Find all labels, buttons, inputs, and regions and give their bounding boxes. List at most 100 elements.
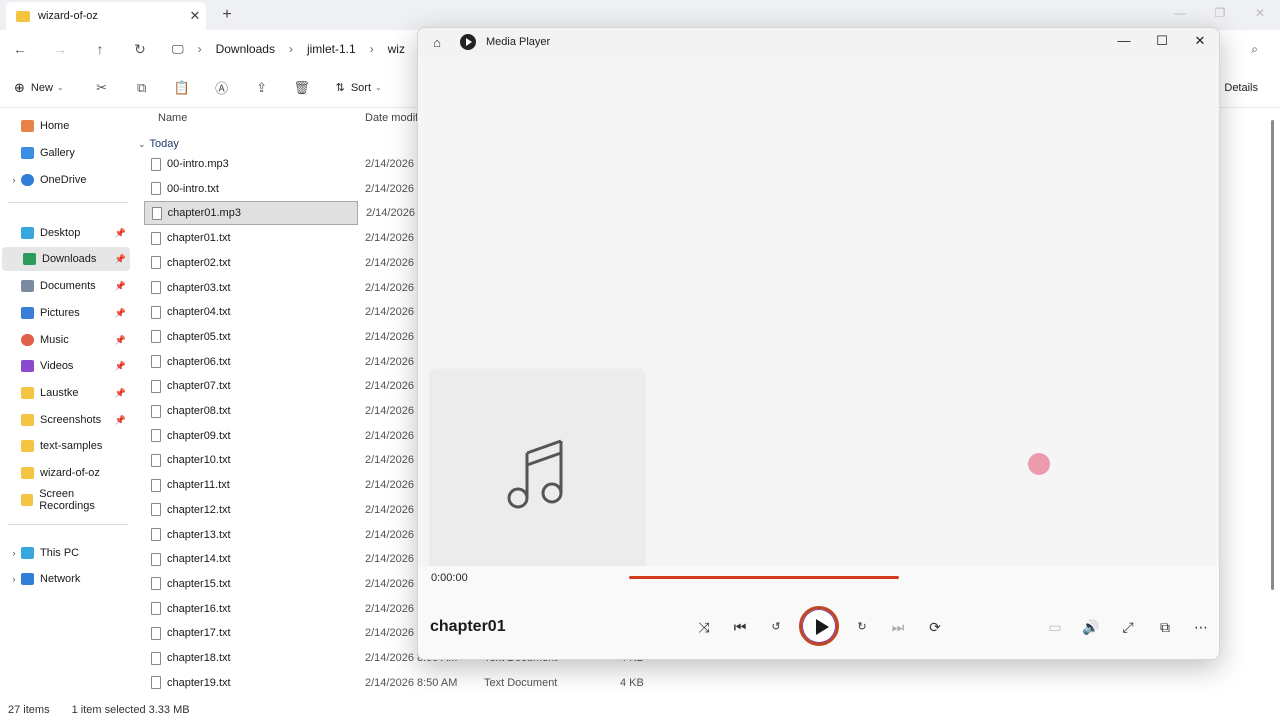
breadcrumb-item[interactable]: Downloads: [216, 42, 275, 56]
share-icon[interactable]: ⇪: [242, 80, 282, 96]
captions-icon[interactable]: ▭: [1044, 616, 1066, 638]
pin-icon[interactable]: 📌: [115, 388, 126, 399]
sidebar-item-screen-recordings[interactable]: Screen Recordings: [0, 488, 130, 512]
file-date: 2/14/2026 8: [365, 528, 424, 541]
sidebar-item-wizard-of-oz[interactable]: wizard-of-oz: [0, 461, 130, 485]
file-name: 00-intro.txt: [167, 182, 219, 195]
file-name: chapter01.txt: [167, 232, 231, 245]
file-row[interactable]: chapter01.mp3 2/14/2026 1: [144, 201, 424, 226]
up-icon[interactable]: ↑: [80, 41, 120, 57]
sidebar-item-onedrive[interactable]: › OneDrive: [0, 168, 130, 192]
sidebar-item-documents[interactable]: Documents 📌: [0, 274, 130, 298]
close-icon[interactable]: ✕: [184, 8, 206, 24]
group-header-today[interactable]: ⌄ Today: [138, 138, 179, 150]
folder-icon: [16, 10, 30, 22]
new-tab-button[interactable]: +: [218, 5, 236, 25]
player-titlebar: ⌂ Media Player — ☐ ✕: [418, 28, 1219, 56]
folder-icon: [20, 494, 34, 506]
breadcrumb[interactable]: 🖵 › Downloads › jimlet-1.1 › wiz: [172, 42, 419, 57]
sidebar-item-videos[interactable]: Videos 📌: [0, 354, 130, 378]
text-file-icon: [151, 305, 161, 319]
file-name: chapter13.txt: [167, 528, 231, 541]
sort-label: Sort: [350, 81, 372, 94]
maximize-icon[interactable]: ☐: [1143, 28, 1181, 56]
previous-icon[interactable]: ⏮: [729, 616, 751, 638]
copy-icon[interactable]: ⧉: [122, 80, 162, 96]
maximize-icon[interactable]: ❐: [1200, 0, 1240, 30]
sidebar-item-music[interactable]: Music 📌: [0, 328, 130, 352]
pin-icon[interactable]: 📌: [115, 415, 126, 426]
sidebar-item-gallery[interactable]: Gallery: [0, 141, 130, 165]
sidebar-item-downloads[interactable]: Downloads 📌: [2, 247, 130, 271]
item-count: 27 items: [8, 704, 50, 716]
file-row[interactable]: chapter19.txt 2/14/2026 8:50 AM Text Docum…: [144, 671, 1264, 695]
folder-icon: [21, 387, 34, 399]
pin-icon[interactable]: 📌: [115, 281, 126, 292]
rename-icon[interactable]: Ⓐ: [202, 78, 242, 97]
play-button[interactable]: [799, 606, 839, 646]
next-icon[interactable]: ⏭: [887, 616, 909, 638]
text-file-icon: [151, 528, 161, 541]
sidebar-item-laustke[interactable]: Laustke 📌: [0, 381, 130, 405]
column-header-name[interactable]: Name: [158, 112, 187, 124]
volume-icon[interactable]: 🔊: [1080, 616, 1102, 638]
file-date: 2/14/2026 8: [365, 232, 424, 245]
explorer-tab[interactable]: wizard-of-oz ✕: [6, 2, 206, 30]
chevron-right-icon: ›: [197, 42, 202, 56]
pin-icon[interactable]: 📌: [115, 228, 126, 239]
file-date: 2/14/2026 8:50 AM: [365, 676, 458, 689]
paste-icon[interactable]: 📋: [162, 80, 202, 96]
text-file-icon: [151, 355, 161, 369]
pin-icon[interactable]: 📌: [115, 335, 126, 346]
sidebar-item-label: Gallery: [40, 147, 75, 159]
seek-bar[interactable]: [629, 576, 899, 579]
sidebar-item-network[interactable]: › Network: [0, 567, 130, 591]
close-icon[interactable]: ✕: [1181, 28, 1219, 56]
search-icon[interactable]: ⌕: [1251, 42, 1258, 57]
scrollbar[interactable]: [1271, 120, 1274, 590]
delete-icon[interactable]: 🗑: [282, 80, 322, 96]
sidebar-item-text-samples[interactable]: text-samples: [0, 434, 130, 458]
file-name: chapter19.txt: [167, 676, 231, 689]
skip-back-10-icon[interactable]: ↺: [765, 616, 787, 638]
chevron-right-icon: ›: [369, 42, 374, 56]
skip-forward-30-icon[interactable]: ↻: [851, 616, 873, 638]
minimize-icon[interactable]: —: [1160, 0, 1200, 30]
sidebar-item-pictures[interactable]: Pictures 📌: [0, 301, 130, 325]
minimize-icon[interactable]: —: [1105, 28, 1143, 56]
more-options-icon[interactable]: ⋯: [1190, 616, 1212, 638]
chevron-right-icon[interactable]: ›: [7, 548, 21, 558]
pin-icon[interactable]: 📌: [115, 308, 126, 319]
back-icon[interactable]: ←: [0, 41, 40, 57]
chevron-right-icon[interactable]: ›: [7, 175, 21, 185]
forward-icon[interactable]: →: [40, 41, 80, 57]
sidebar-item-this-pc[interactable]: › This PC: [0, 541, 130, 565]
sidebar-item-label: Desktop: [40, 227, 81, 239]
pictures-icon: [21, 307, 34, 319]
refresh-icon[interactable]: ↻: [120, 41, 160, 58]
tab-title: wizard-of-oz: [38, 10, 98, 22]
chevron-right-icon[interactable]: ›: [7, 574, 21, 584]
details-button[interactable]: Details: [1224, 82, 1258, 94]
shuffle-icon[interactable]: ⤨: [693, 616, 715, 638]
miniplayer-icon[interactable]: ⧉: [1154, 616, 1176, 638]
sort-button[interactable]: ⇅ Sort ⌄: [336, 81, 382, 95]
text-file-icon: [151, 404, 161, 418]
home-icon[interactable]: ⌂: [420, 35, 454, 50]
computer-icon[interactable]: 🖵: [172, 42, 184, 57]
sidebar-item-home[interactable]: Home: [0, 114, 130, 138]
explorer-window-controls: — ❐ ✕: [1160, 0, 1280, 30]
cut-icon[interactable]: ✂: [82, 80, 122, 96]
sidebar-item-screenshots[interactable]: Screenshots 📌: [0, 408, 130, 432]
text-file-icon: [151, 256, 161, 270]
fullscreen-icon[interactable]: ⤢: [1117, 616, 1139, 638]
sidebar-item-desktop[interactable]: Desktop 📌: [0, 221, 130, 245]
breadcrumb-item[interactable]: jimlet-1.1: [307, 42, 356, 56]
pin-icon[interactable]: 📌: [115, 254, 126, 265]
repeat-off-icon[interactable]: ⟳: [924, 616, 946, 638]
close-window-icon[interactable]: ✕: [1240, 0, 1280, 30]
breadcrumb-item[interactable]: wiz: [388, 42, 405, 56]
column-header-date[interactable]: Date modifi: [365, 112, 421, 124]
pin-icon[interactable]: 📌: [115, 361, 126, 372]
new-button[interactable]: ⊕ New ⌄: [14, 80, 64, 96]
